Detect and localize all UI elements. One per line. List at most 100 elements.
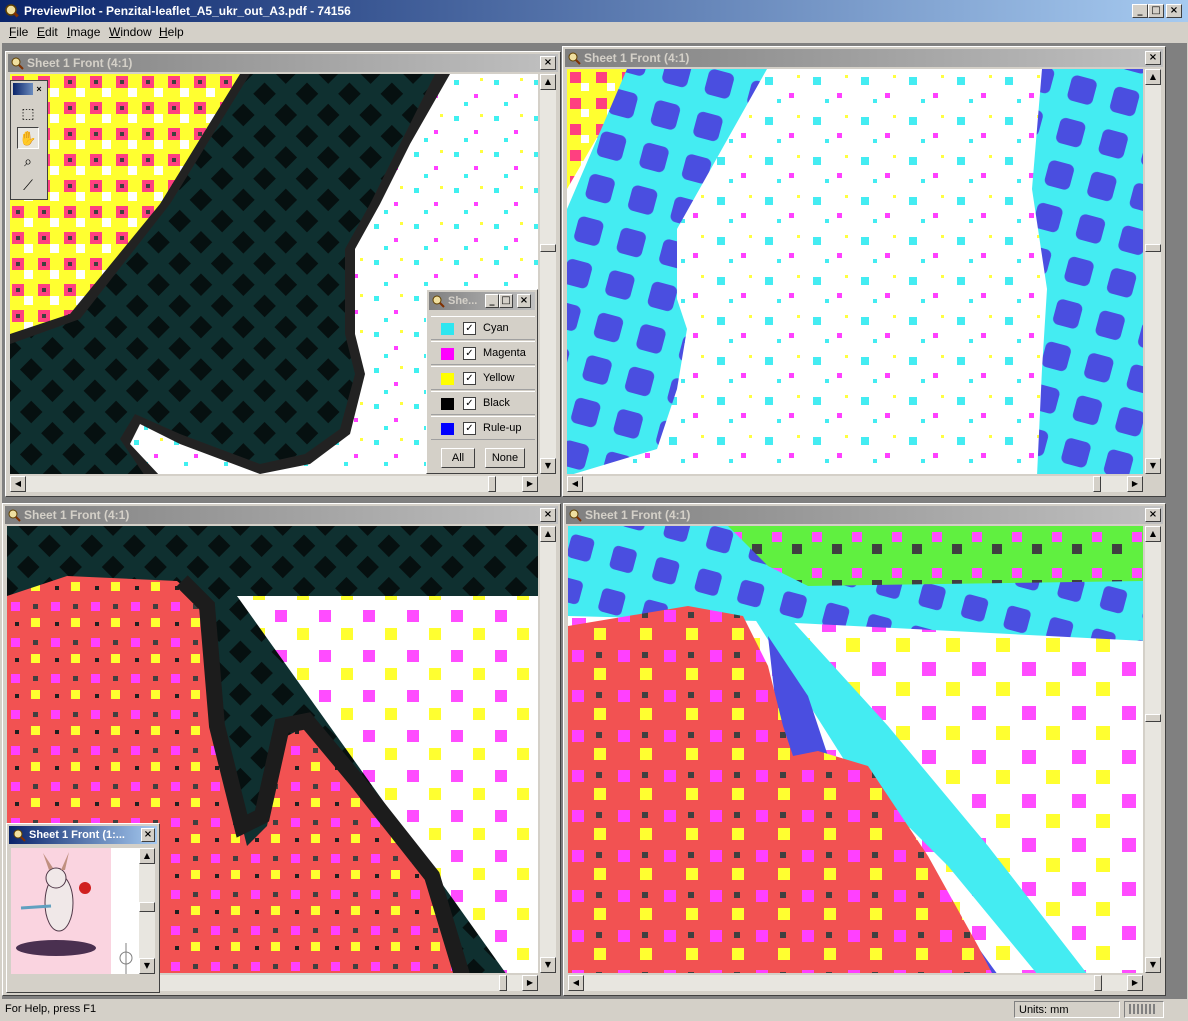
view-title-bar[interactable]: Sheet 1 Front (4:1) ×	[566, 506, 1163, 524]
menu-help[interactable]: Help	[159, 25, 184, 39]
scroll-up-button[interactable]: ▲	[1145, 526, 1161, 542]
size-grip[interactable]	[540, 975, 556, 991]
close-button[interactable]: ×	[1166, 4, 1182, 18]
magnifier-icon	[13, 829, 26, 842]
zoom-magnifier-icon[interactable]: ⌕	[17, 151, 39, 173]
black-checkbox[interactable]: ✓	[463, 397, 476, 410]
vertical-scrollbar[interactable]: ▲ ▼	[1145, 526, 1161, 973]
status-help-text: For Help, press F1	[5, 1003, 97, 1015]
scroll-left-button[interactable]: ◀	[568, 975, 584, 991]
size-grip[interactable]	[1145, 975, 1161, 991]
separations-panel-title: She...	[448, 295, 478, 307]
view-title-bar[interactable]: Sheet 1 Front (4:1) ×	[8, 54, 558, 72]
panel-close-button[interactable]: ×	[517, 294, 531, 308]
overview-close-button[interactable]: ×	[141, 828, 155, 842]
horizontal-scrollbar[interactable]: ◀ ▶	[10, 476, 538, 492]
scroll-thumb[interactable]	[1145, 244, 1161, 252]
scroll-thumb[interactable]	[488, 476, 496, 492]
scroll-down-button[interactable]: ▼	[1145, 957, 1161, 973]
scroll-thumb[interactable]	[1093, 476, 1101, 492]
select-all-button[interactable]: All	[441, 448, 475, 468]
scroll-down-button[interactable]: ▼	[139, 958, 155, 974]
scroll-thumb[interactable]	[499, 975, 507, 991]
hand-pan-icon[interactable]: ✋	[17, 127, 39, 149]
view-title-bar[interactable]: Sheet 1 Front (4:1) ×	[5, 506, 558, 524]
tool-palette-close-button[interactable]: ×	[33, 83, 45, 95]
overview-navigator-window[interactable]: Sheet 1 Front (1:... × ▲ ▼	[6, 823, 160, 993]
separation-row-rule-up[interactable]: ✓ Rule-up	[431, 416, 535, 440]
horizontal-scrollbar[interactable]: ◀ ▶	[568, 975, 1143, 991]
vertical-scrollbar[interactable]: ▲ ▼	[1145, 69, 1161, 474]
vertical-scrollbar[interactable]: ▲ ▼	[540, 74, 556, 474]
halftone-preview-canvas[interactable]	[568, 526, 1143, 973]
leaflet-thumbnail-image	[11, 848, 139, 974]
scroll-thumb[interactable]	[540, 244, 556, 252]
menu-image-label: mage	[70, 25, 101, 39]
separation-row-yellow[interactable]: ✓ Yellow	[431, 366, 535, 390]
overview-vertical-scrollbar[interactable]: ▲ ▼	[139, 848, 155, 974]
menu-edit[interactable]: Edit	[37, 25, 58, 39]
separation-label: Yellow	[483, 372, 515, 384]
view-window-bottom-right[interactable]: Sheet 1 Front (4:1) × ▲ ▼ ◀ ▶	[563, 503, 1166, 996]
view-close-button[interactable]: ×	[1145, 508, 1161, 522]
vertical-scrollbar[interactable]: ▲ ▼	[540, 526, 556, 973]
scroll-right-button[interactable]: ▶	[1127, 476, 1143, 492]
resize-grip-icon[interactable]	[1125, 1002, 1161, 1015]
magenta-checkbox[interactable]: ✓	[463, 347, 476, 360]
menu-window-label: indow	[120, 25, 152, 39]
view-title-bar[interactable]: Sheet 1 Front (4:1) ×	[565, 49, 1163, 67]
panel-maximize-button[interactable]: □	[499, 294, 513, 308]
maximize-button[interactable]: □	[1148, 4, 1164, 18]
scroll-right-button[interactable]: ▶	[522, 975, 538, 991]
view-close-button[interactable]: ×	[1145, 51, 1161, 65]
panel-minimize-button[interactable]: _	[485, 294, 499, 308]
scroll-up-button[interactable]: ▲	[1145, 69, 1161, 85]
scroll-up-button[interactable]: ▲	[540, 526, 556, 542]
view-window-top-right[interactable]: Sheet 1 Front (4:1) × ▲ ▼ ◀ ▶	[562, 46, 1166, 497]
scroll-down-button[interactable]: ▼	[540, 458, 556, 474]
scroll-right-button[interactable]: ▶	[1127, 975, 1143, 991]
menu-file-label: ile	[16, 25, 29, 39]
scroll-down-button[interactable]: ▼	[1145, 458, 1161, 474]
overview-title-bar[interactable]: Sheet 1 Front (1:... ×	[9, 826, 157, 844]
view-close-button[interactable]: ×	[540, 508, 556, 522]
separations-panel-title-bar[interactable]: She... _ □ ×	[429, 292, 535, 310]
separation-row-black[interactable]: ✓ Black	[431, 391, 535, 415]
scroll-thumb[interactable]	[1094, 975, 1102, 991]
minimize-button[interactable]: _	[1132, 4, 1148, 18]
scroll-up-button[interactable]: ▲	[139, 848, 155, 864]
separation-row-magenta[interactable]: ✓ Magenta	[431, 341, 535, 365]
view-close-button[interactable]: ×	[540, 56, 556, 70]
magnifier-icon	[569, 509, 582, 522]
menu-file[interactable]: File	[9, 25, 28, 39]
separation-row-cyan[interactable]: ✓ Cyan	[431, 316, 535, 340]
overview-thumbnail[interactable]	[11, 848, 139, 974]
separation-label: Magenta	[483, 347, 526, 359]
menu-window[interactable]: Window	[109, 25, 152, 39]
scroll-down-button[interactable]: ▼	[540, 957, 556, 973]
units-indicator: Units: mm	[1014, 1001, 1120, 1018]
marquee-select-icon[interactable]: ⬚	[17, 103, 39, 125]
cyan-checkbox[interactable]: ✓	[463, 322, 476, 335]
view-title: Sheet 1 Front (4:1)	[24, 508, 130, 522]
scroll-left-button[interactable]: ◀	[10, 476, 26, 492]
menu-image[interactable]: Image	[67, 25, 100, 39]
scroll-up-button[interactable]: ▲	[540, 74, 556, 90]
magnifier-icon	[8, 509, 21, 522]
select-none-button[interactable]: None	[485, 448, 525, 468]
measure-icon[interactable]: ⟋	[17, 175, 39, 197]
scroll-thumb[interactable]	[1145, 714, 1161, 722]
size-grip[interactable]	[540, 476, 556, 492]
app-title-bar[interactable]: PreviewPilot - Penzital-leaflet_A5_ukr_o…	[0, 0, 1188, 22]
tool-palette: × ⬚ ✋ ⌕ ⟋	[10, 80, 48, 200]
scroll-thumb[interactable]	[139, 902, 155, 912]
rule-up-checkbox[interactable]: ✓	[463, 422, 476, 435]
horizontal-scrollbar[interactable]: ◀ ▶	[567, 476, 1143, 492]
scroll-left-button[interactable]: ◀	[567, 476, 583, 492]
size-grip[interactable]	[1145, 476, 1161, 492]
halftone-preview-canvas[interactable]	[567, 69, 1143, 474]
menu-edit-label: dit	[45, 25, 58, 39]
scroll-right-button[interactable]: ▶	[522, 476, 538, 492]
view-title: Sheet 1 Front (4:1)	[584, 51, 690, 65]
yellow-checkbox[interactable]: ✓	[463, 372, 476, 385]
